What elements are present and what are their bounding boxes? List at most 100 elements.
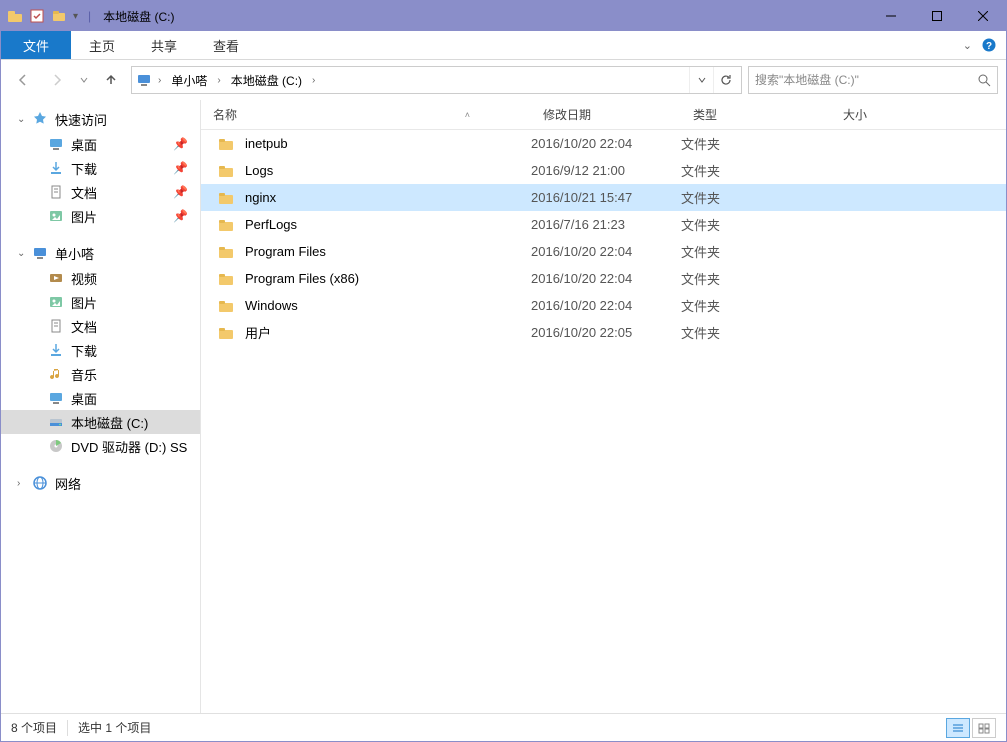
file-date: 2016/10/21 15:47	[531, 190, 681, 205]
nav-up-button[interactable]	[97, 66, 125, 94]
file-type: 文件夹	[681, 188, 831, 207]
sidebar-item-label: 视频	[71, 269, 97, 288]
breadcrumb-dropdown[interactable]	[689, 67, 713, 93]
folder-icon	[217, 243, 235, 261]
qat-properties-icon[interactable]	[29, 8, 45, 24]
table-row[interactable]: Program Files2016/10/20 22:04文件夹	[201, 238, 1006, 265]
close-button[interactable]	[960, 1, 1006, 31]
view-details-button[interactable]	[946, 718, 970, 738]
status-item-count: 8 个项目	[11, 719, 57, 736]
pc-icon	[136, 72, 152, 88]
file-name: PerfLogs	[245, 217, 297, 232]
sidebar-item-label: 本地磁盘 (C:)	[71, 413, 148, 432]
chevron-right-icon[interactable]: ›	[154, 75, 165, 86]
table-row[interactable]: nginx 2016/10/21 15:47文件夹	[201, 184, 1006, 211]
file-date: 2016/10/20 22:05	[531, 325, 681, 340]
desktop-icon	[47, 135, 65, 153]
sidebar-item-label: 下载	[71, 341, 97, 360]
view-icons-button[interactable]	[972, 718, 996, 738]
network-label: 网络	[55, 474, 81, 493]
content: ⌄ 快速访问 桌面📌下载📌文档📌图片📌 ⌄ 单小嗒 视频图片文档下载音乐桌面本地…	[1, 100, 1006, 713]
sidebar-user-item[interactable]: 文档	[1, 314, 200, 338]
table-row[interactable]: 用户2016/10/20 22:05文件夹	[201, 319, 1006, 346]
sidebar-item-label: 下载	[71, 159, 97, 178]
quick-access-label: 快速访问	[55, 110, 107, 129]
nav-forward-button[interactable]	[43, 66, 71, 94]
sidebar-item-label: 图片	[71, 207, 97, 226]
folder-icon	[217, 216, 235, 234]
column-name[interactable]: 名称 ˄	[201, 100, 531, 129]
column-headers: 名称 ˄ 修改日期 类型 大小	[201, 100, 1006, 130]
sidebar-user-item[interactable]: 下载	[1, 338, 200, 362]
column-size[interactable]: 大小	[831, 100, 1006, 129]
sidebar-quick-item[interactable]: 下载 📌	[1, 156, 200, 180]
nav-recent-dropdown[interactable]	[77, 66, 91, 94]
qat-folder-icon[interactable]	[51, 8, 67, 24]
user-root-label: 单小嗒	[55, 244, 94, 263]
sidebar-quick-item[interactable]: 桌面📌	[1, 132, 200, 156]
ribbon: 文件 主页 共享 查看 ⌄ ?	[1, 31, 1006, 60]
sidebar-user-item[interactable]: 视频	[1, 266, 200, 290]
sidebar-item-label: 音乐	[71, 365, 97, 384]
folder-icon	[217, 135, 235, 153]
sidebar-user-item[interactable]: 音乐	[1, 362, 200, 386]
drive-icon	[47, 413, 65, 431]
qat-separator: |	[84, 9, 95, 23]
tab-file[interactable]: 文件	[1, 31, 71, 59]
search-input[interactable]	[755, 73, 977, 87]
tree-user-root[interactable]: ⌄ 单小嗒	[1, 240, 200, 266]
pin-icon: 📌	[173, 209, 188, 223]
table-row[interactable]: Windows2016/10/20 22:04文件夹	[201, 292, 1006, 319]
column-date[interactable]: 修改日期	[531, 100, 681, 129]
maximize-button[interactable]	[914, 1, 960, 31]
sidebar-user-item[interactable]: 桌面	[1, 386, 200, 410]
file-name: Logs	[245, 163, 273, 178]
file-type: 文件夹	[681, 134, 831, 153]
pin-icon: 📌	[173, 161, 188, 175]
sidebar-user-item[interactable]: DVD 驱动器 (D:) SS	[1, 434, 200, 458]
ribbon-expand-icon[interactable]: ⌄	[963, 39, 972, 52]
sidebar-user-item[interactable]: 本地磁盘 (C:)	[1, 410, 200, 434]
file-type: 文件夹	[681, 296, 831, 315]
file-date: 2016/10/20 22:04	[531, 298, 681, 313]
breadcrumb[interactable]: › 单小嗒 › 本地磁盘 (C:) ›	[131, 66, 742, 94]
chevron-right-icon[interactable]: ›	[213, 75, 224, 86]
help-icon[interactable]: ?	[982, 38, 996, 52]
search-icon[interactable]	[977, 73, 991, 87]
sidebar-quick-item[interactable]: 文档📌	[1, 180, 200, 204]
table-row[interactable]: inetpub2016/10/20 22:04文件夹	[201, 130, 1006, 157]
minimize-button[interactable]	[868, 1, 914, 31]
svg-text:?: ?	[986, 41, 992, 52]
file-type: 文件夹	[681, 323, 831, 342]
file-name: nginx	[245, 190, 276, 205]
folder-icon	[217, 324, 235, 342]
tab-view[interactable]: 查看	[195, 31, 257, 59]
qat-dropdown-icon[interactable]: ▾	[73, 11, 78, 22]
sidebar-quick-item[interactable]: 图片 📌	[1, 204, 200, 228]
folder-icon	[217, 270, 235, 288]
file-date: 2016/10/20 22:04	[531, 136, 681, 151]
tab-share[interactable]: 共享	[133, 31, 195, 59]
refresh-button[interactable]	[713, 67, 737, 93]
file-list: inetpub2016/10/20 22:04文件夹Logs2016/9/12 …	[201, 130, 1006, 713]
breadcrumb-drive[interactable]: 本地磁盘 (C:)	[225, 72, 308, 89]
tab-home[interactable]: 主页	[71, 31, 133, 59]
sidebar-item-label: 图片	[71, 293, 97, 312]
search-box[interactable]	[748, 66, 998, 94]
table-row[interactable]: Logs2016/9/12 21:00文件夹	[201, 157, 1006, 184]
sidebar: ⌄ 快速访问 桌面📌下载📌文档📌图片📌 ⌄ 单小嗒 视频图片文档下载音乐桌面本地…	[1, 100, 201, 713]
table-row[interactable]: PerfLogs2016/7/16 21:23文件夹	[201, 211, 1006, 238]
tree-network[interactable]: › 网络	[1, 470, 200, 496]
folder-icon	[217, 189, 235, 207]
column-type[interactable]: 类型	[681, 100, 831, 129]
breadcrumb-user[interactable]: 单小嗒	[165, 72, 213, 89]
pin-icon: 📌	[173, 185, 188, 199]
table-row[interactable]: Program Files (x86)2016/10/20 22:04文件夹	[201, 265, 1006, 292]
chevron-right-icon[interactable]: ›	[308, 75, 319, 86]
nav-back-button[interactable]	[9, 66, 37, 94]
file-date: 2016/10/20 22:04	[531, 244, 681, 259]
download-icon	[47, 341, 65, 359]
tree-quick-access[interactable]: ⌄ 快速访问	[1, 106, 200, 132]
nav-row: › 单小嗒 › 本地磁盘 (C:) ›	[1, 60, 1006, 100]
sidebar-user-item[interactable]: 图片	[1, 290, 200, 314]
